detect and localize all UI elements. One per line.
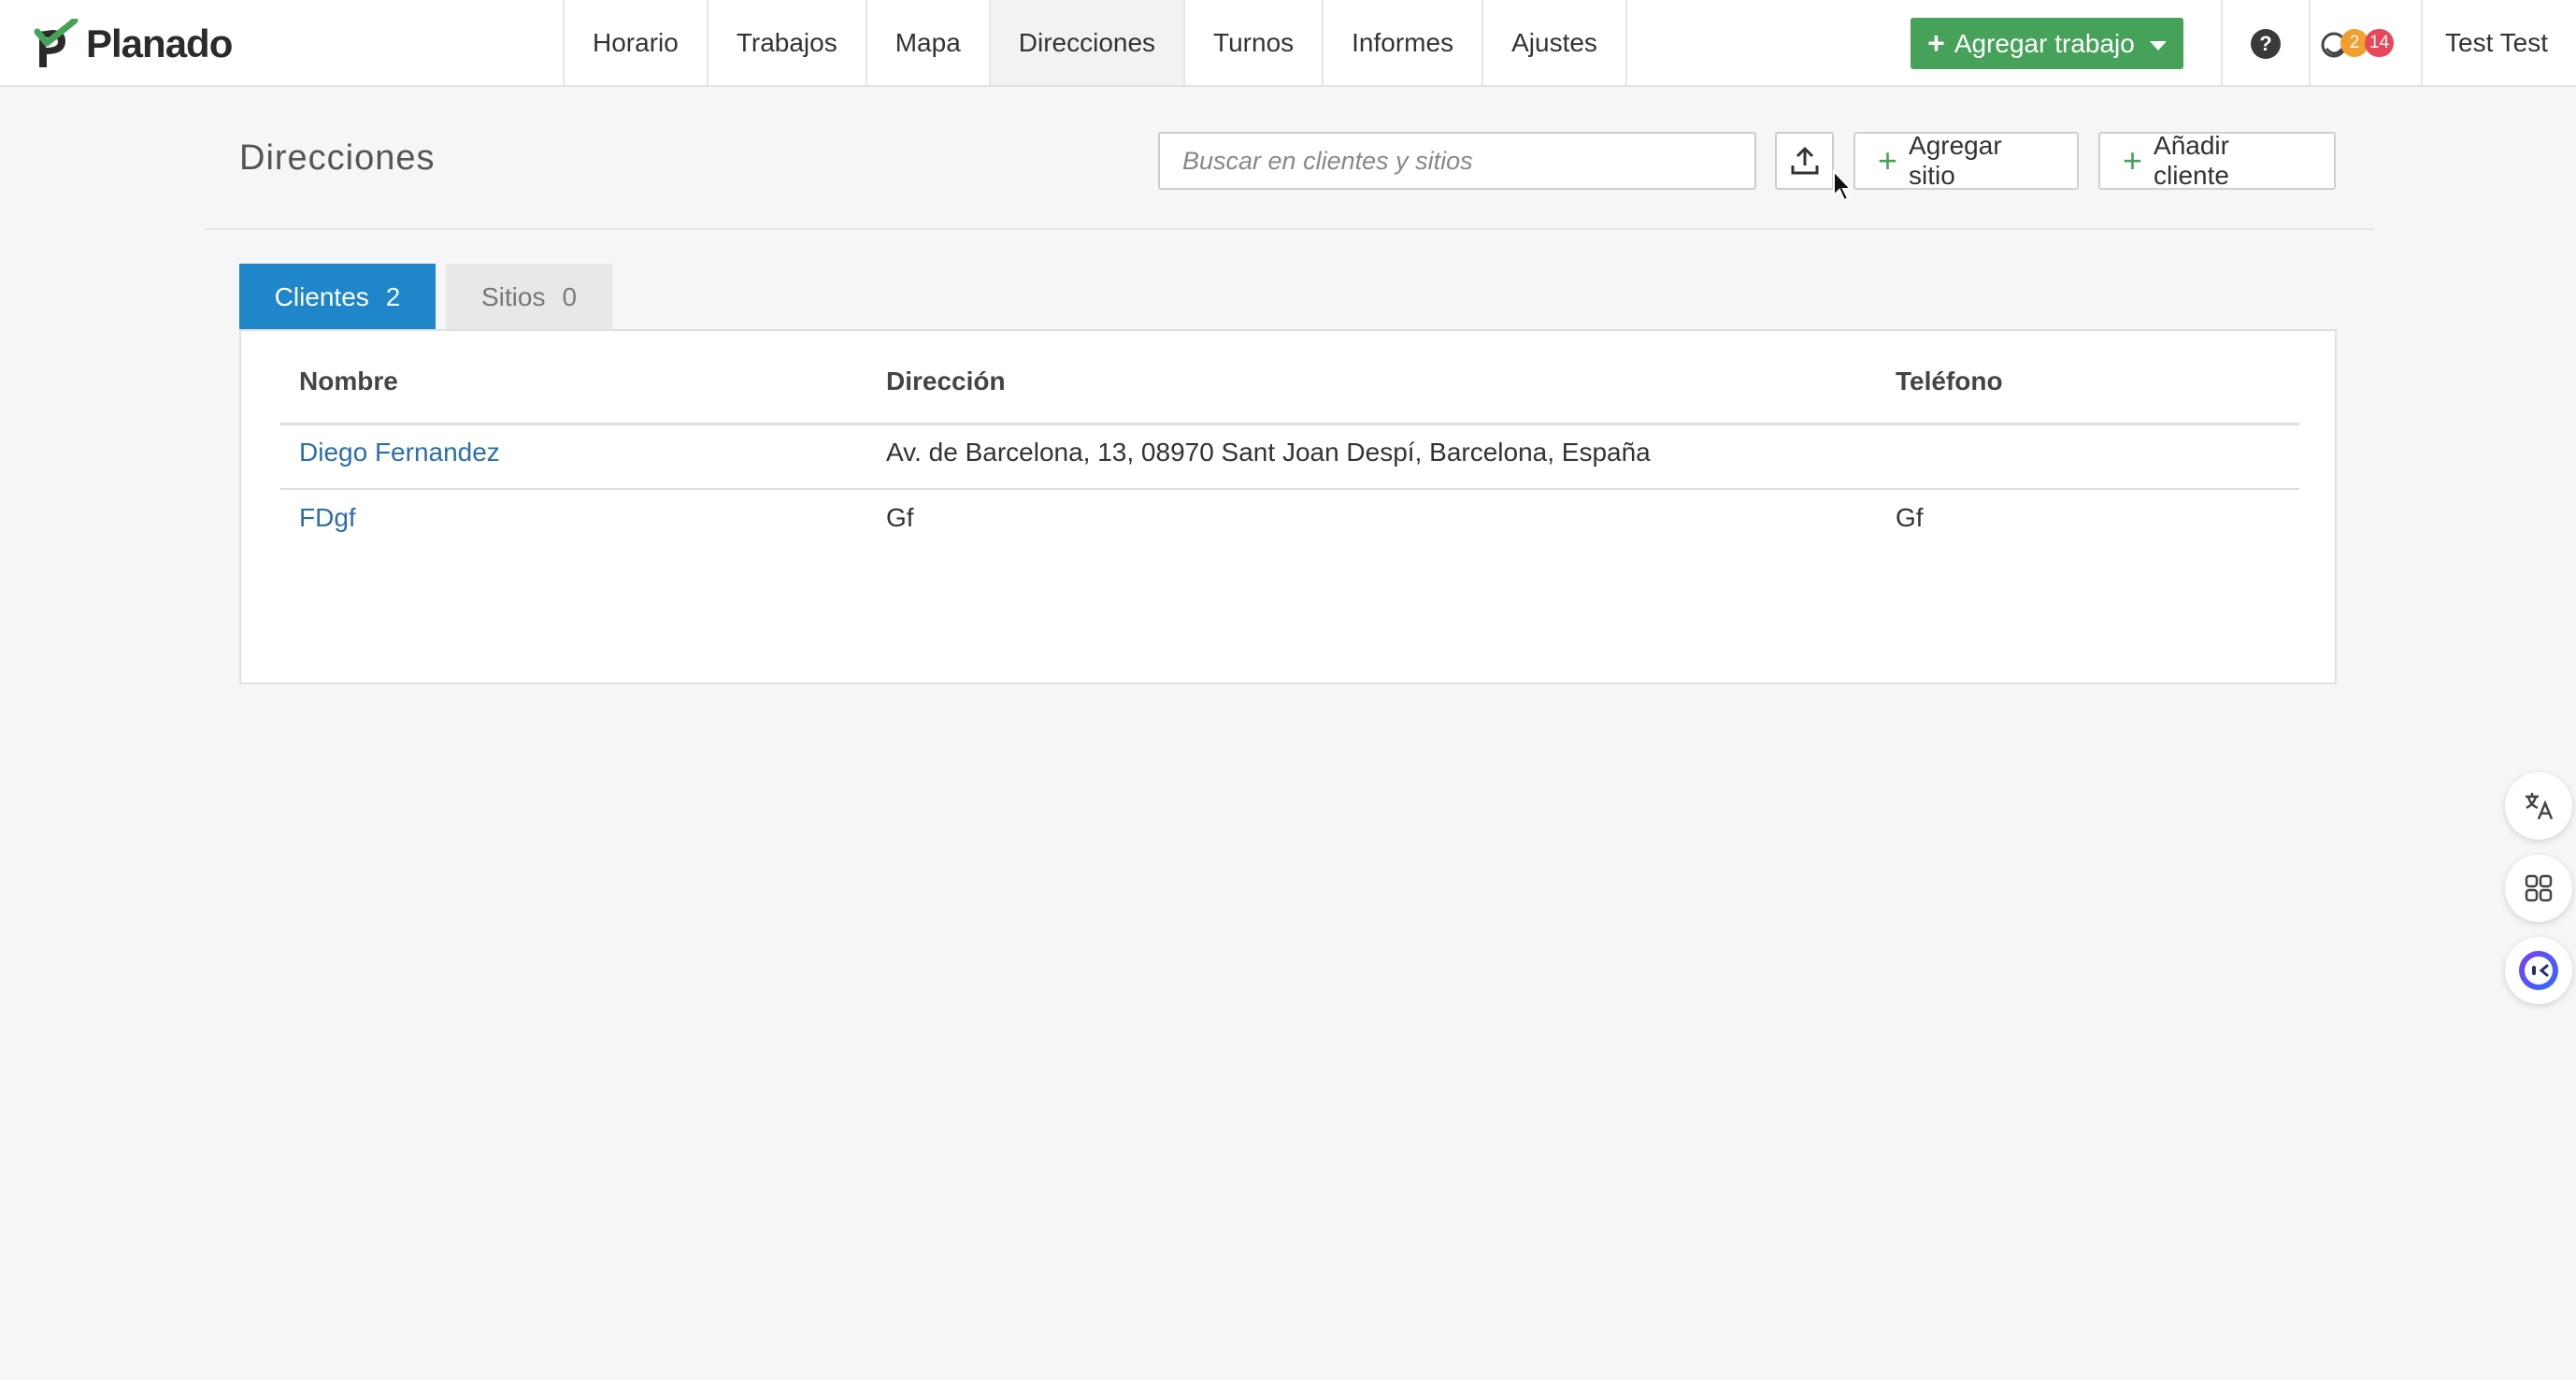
- header-rule: [280, 423, 2299, 425]
- nav-item-direcciones[interactable]: Direcciones: [990, 0, 1186, 85]
- column-header-direccion[interactable]: Dirección: [886, 367, 1006, 396]
- nav-item-mapa[interactable]: Mapa: [867, 0, 991, 85]
- upload-icon: [1791, 147, 1818, 175]
- notifications-button[interactable]: 2 14: [2320, 26, 2404, 60]
- tab-label: Sitios: [480, 282, 546, 311]
- add-job-button[interactable]: + Agregar trabajo: [1911, 18, 2183, 69]
- tab-count: 2: [385, 282, 401, 311]
- nav-divider: [2309, 0, 2311, 85]
- tab-label: Clientes: [274, 282, 369, 311]
- help-icon[interactable]: ?: [2251, 29, 2281, 59]
- app-logo[interactable]: Planado: [34, 19, 233, 69]
- add-client-label: Añadir cliente: [2154, 131, 2229, 190]
- apps-grid-icon: [2525, 874, 2553, 902]
- import-button[interactable]: [1775, 132, 1834, 190]
- tab-sitios[interactable]: Sitios 0: [446, 264, 612, 331]
- user-menu[interactable]: Test Test: [2445, 0, 2548, 85]
- plus-icon: +: [1927, 26, 1945, 60]
- page-title: Direcciones: [239, 138, 436, 178]
- mouse-cursor-icon: [1833, 169, 1853, 202]
- client-address: Av. de Barcelona, 13, 08970 Sant Joan De…: [886, 438, 1651, 467]
- column-header-telefono[interactable]: Teléfono: [1896, 367, 2003, 396]
- clients-table: Nombre Dirección Teléfono Diego Fernande…: [239, 329, 2337, 684]
- client-name-link[interactable]: Diego Fernandez: [299, 438, 500, 467]
- tab-clientes[interactable]: Clientes 2: [239, 264, 436, 331]
- apps-button[interactable]: [2505, 855, 2572, 922]
- add-site-button[interactable]: + Agregar sitio: [1853, 131, 2079, 190]
- plus-icon: +: [1878, 141, 1898, 180]
- add-site-label: Agregar sitio: [1909, 131, 2002, 190]
- search-input[interactable]: [1158, 132, 1756, 190]
- nav-item-informes[interactable]: Informes: [1324, 0, 1484, 85]
- translate-button[interactable]: [2505, 772, 2572, 840]
- nav-item-ajustes[interactable]: Ajustes: [1483, 0, 1627, 85]
- nav-item-turnos[interactable]: Turnos: [1185, 0, 1324, 85]
- nav-divider: [2221, 0, 2223, 85]
- client-address: Gf: [886, 503, 914, 532]
- tab-count: 0: [562, 282, 578, 311]
- client-phone: Gf: [1896, 503, 1924, 532]
- nav-item-trabajos[interactable]: Trabajos: [708, 0, 867, 85]
- caret-down-icon: [2149, 40, 2167, 50]
- column-header-nombre[interactable]: Nombre: [299, 367, 398, 396]
- main-nav: Horario Trabajos Mapa Direcciones Turnos…: [563, 0, 1627, 85]
- plus-icon: +: [2123, 141, 2143, 180]
- add-client-button[interactable]: + Añadir cliente: [2098, 131, 2336, 190]
- header-divider: [206, 228, 2374, 230]
- row-divider: [280, 488, 2299, 490]
- nav-divider: [2421, 0, 2423, 85]
- alert-count-badge: 14: [2365, 29, 2395, 57]
- logo-text: Planado: [86, 22, 233, 65]
- translate-icon: [2526, 793, 2554, 820]
- planado-logo-icon: [34, 19, 79, 67]
- top-navbar: Planado Horario Trabajos Mapa Direccione…: [0, 0, 2576, 87]
- client-name-link[interactable]: FDgf: [299, 503, 356, 533]
- add-job-label: Agregar trabajo: [1953, 28, 2135, 58]
- nav-item-horario[interactable]: Horario: [565, 0, 708, 85]
- assistant-button[interactable]: [2505, 937, 2572, 1004]
- assistant-icon: [2519, 951, 2558, 990]
